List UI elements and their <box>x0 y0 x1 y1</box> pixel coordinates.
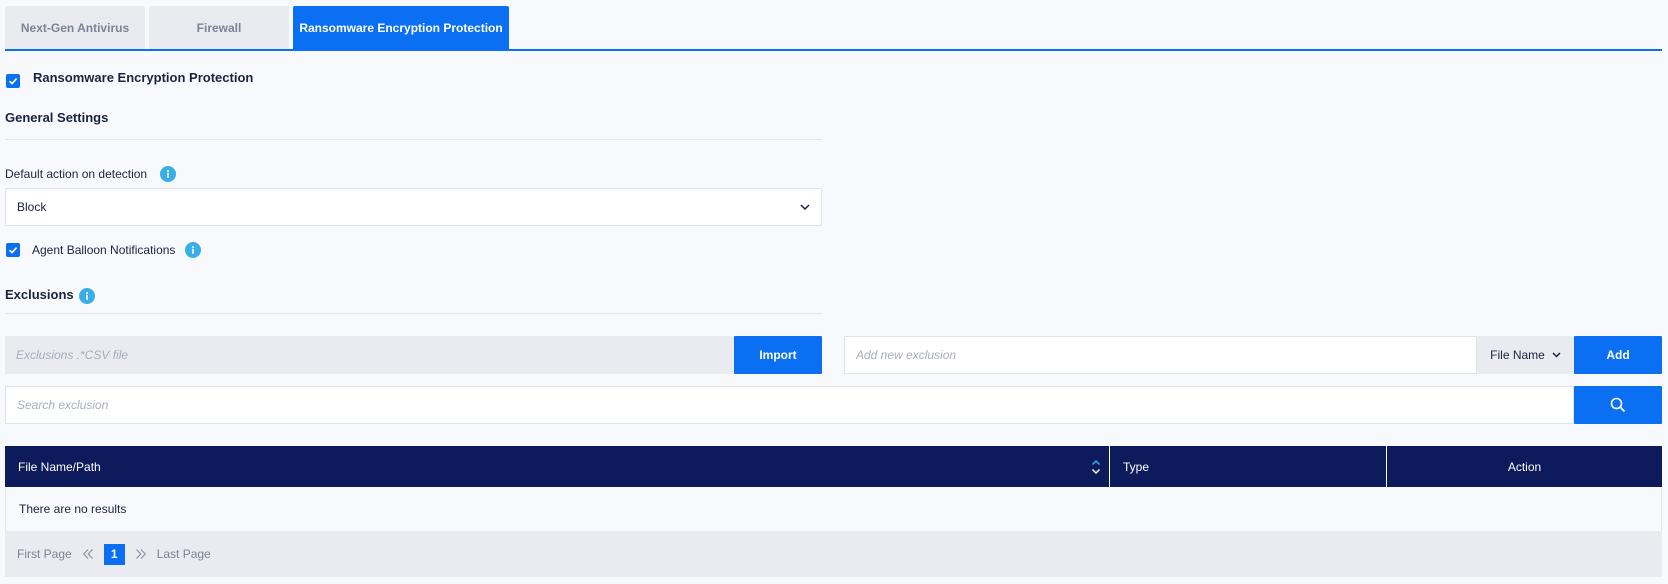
ransomware-protection-checkbox[interactable] <box>6 74 20 88</box>
double-chevron-left-icon[interactable] <box>82 548 94 560</box>
tab-bar: Next-Gen Antivirus Firewall Ransomware E… <box>5 6 509 50</box>
empty-results-row: There are no results <box>5 487 1662 531</box>
general-settings-title: General Settings <box>5 110 109 125</box>
search-exclusion-input[interactable] <box>5 386 1574 424</box>
column-label: Type <box>1123 459 1150 474</box>
tab-ransomware-encryption-protection[interactable]: Ransomware Encryption Protection <box>293 6 509 50</box>
exclusions-divider <box>5 313 822 314</box>
double-chevron-right-icon[interactable] <box>135 548 147 560</box>
exclusion-type-select[interactable]: File Name <box>1477 336 1574 374</box>
check-icon <box>8 247 18 254</box>
balloon-notifications-checkbox[interactable] <box>6 243 20 257</box>
column-action: Action <box>1387 446 1662 487</box>
pagination: First Page 1 Last Page <box>5 531 1662 577</box>
column-file-name-path[interactable]: File Name/Path <box>5 446 1110 487</box>
tab-next-gen-antivirus[interactable]: Next-Gen Antivirus <box>5 6 145 50</box>
default-action-info-icon[interactable] <box>160 166 176 182</box>
search-button[interactable] <box>1574 386 1662 424</box>
balloon-notifications-label: Agent Balloon Notifications <box>32 243 176 257</box>
column-type: Type <box>1110 446 1387 487</box>
add-exclusion-button[interactable]: Add <box>1574 336 1662 374</box>
default-action-select[interactable]: Block <box>5 188 822 226</box>
first-page-link[interactable]: First Page <box>17 547 72 561</box>
csv-file-input[interactable]: Exclusions .*CSV file <box>5 336 734 374</box>
default-action-label: Default action on detection <box>5 167 148 181</box>
search-icon <box>1610 397 1626 413</box>
tab-firewall[interactable]: Firewall <box>149 6 289 50</box>
add-exclusion-input[interactable] <box>844 336 1477 374</box>
balloon-notifications-info-icon[interactable] <box>185 242 201 258</box>
exclusions-title: Exclusions <box>5 287 74 302</box>
sort-icon[interactable] <box>1091 457 1101 477</box>
tab-underline <box>5 49 1662 51</box>
exclusions-info-icon[interactable] <box>79 288 95 304</box>
last-page-link[interactable]: Last Page <box>157 547 211 561</box>
column-label: Action <box>1507 459 1542 474</box>
exclusions-table-header: File Name/Path Type Action <box>5 446 1662 487</box>
exclusion-type-value: File Name <box>1490 348 1545 362</box>
check-icon <box>8 78 18 85</box>
default-action-value: Block <box>17 200 47 214</box>
chevron-down-icon <box>800 204 810 210</box>
feature-title: Ransomware Encryption Protection <box>33 70 254 85</box>
import-button[interactable]: Import <box>734 336 822 374</box>
chevron-down-icon <box>1552 352 1561 358</box>
page-number-current[interactable]: 1 <box>103 543 125 565</box>
column-label: File Name/Path <box>18 459 101 474</box>
general-settings-divider <box>5 139 822 140</box>
